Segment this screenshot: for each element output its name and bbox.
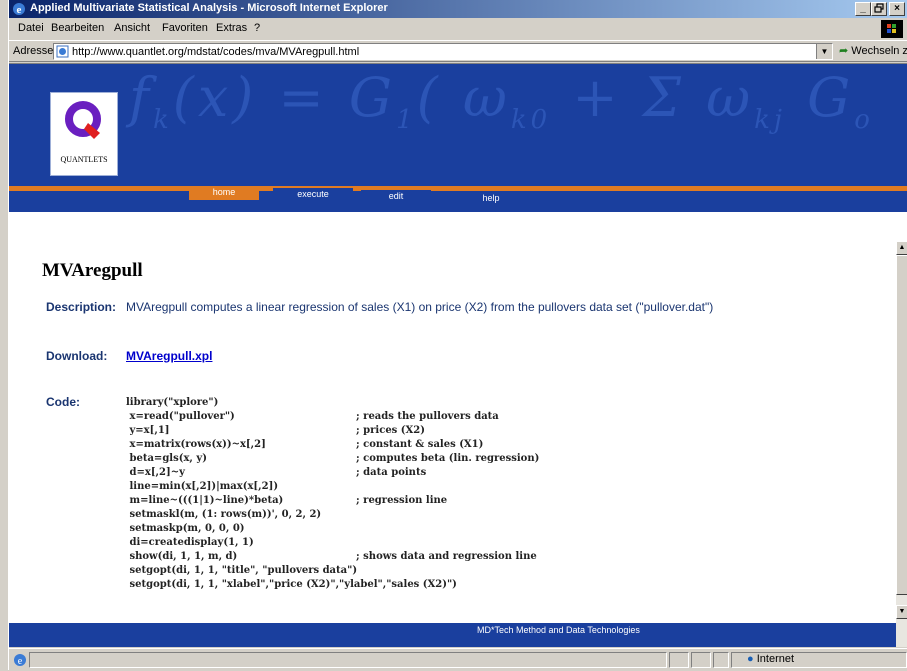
code-line: x=read("pullover"); reads the pullovers … <box>126 411 499 422</box>
windows-logo-icon <box>881 20 903 38</box>
address-label: Adresse <box>13 45 54 57</box>
code-label: Code: <box>46 395 80 409</box>
quantlets-logo[interactable]: QUANTLETS <box>50 92 118 176</box>
status-message-panel <box>29 652 667 668</box>
go-arrow-icon: ➦ <box>839 45 849 57</box>
security-zone: ● Internet <box>747 653 794 665</box>
banner-formula-graphic: fk(x) = G1( ωk0 + Σ ωkj Go <box>129 66 874 135</box>
nav-tab-edit[interactable]: edit <box>361 190 431 204</box>
code-line: m=line~(((1|1)~line)*beta); regression l… <box>126 495 448 506</box>
code-line: line=min(x[,2])|max(x[,2]) <box>126 481 279 492</box>
window-title: Applied Multivariate Statistical Analysi… <box>30 2 388 14</box>
address-input[interactable]: http://www.quantlet.org/mdstat/codes/mva… <box>53 43 833 60</box>
go-label: Wechseln zu <box>851 45 907 57</box>
code-line: library("xplore") <box>126 397 219 408</box>
page-footer <box>9 619 896 647</box>
description-label: Description: <box>46 300 117 314</box>
svg-text:e: e <box>17 4 22 16</box>
menu-bar: Datei Bearbeiten Ansicht Favoriten Extra… <box>9 18 907 38</box>
code-line: setgopt(di, 1, 1, "title", "pullovers da… <box>126 565 358 576</box>
menu-bearbeiten[interactable]: Bearbeiten <box>51 22 104 34</box>
menu-extras[interactable]: Extras <box>216 22 247 34</box>
maximize-button[interactable] <box>871 2 887 16</box>
globe-icon: ● <box>747 653 754 665</box>
chevron-down-icon[interactable]: ▼ <box>816 44 832 59</box>
code-line: show(di, 1, 1, m, d); shows data and reg… <box>126 551 537 562</box>
code-block: library("xplore") x=read("pullover"); re… <box>126 396 540 592</box>
download-link[interactable]: MVAregpull.xpl <box>126 349 212 363</box>
code-line: setmaskp(m, 0, 0, 0) <box>126 523 245 534</box>
status-bar: e ● Internet <box>9 648 907 671</box>
nav-tab-help[interactable]: help <box>441 192 541 206</box>
scroll-thumb[interactable] <box>896 255 907 595</box>
menu-favoriten[interactable]: Favoriten <box>162 22 208 34</box>
code-line: x=matrix(rows(x))~x[,2]; constant & sale… <box>126 439 484 450</box>
menu-ansicht[interactable]: Ansicht <box>114 22 150 34</box>
status-panel <box>713 652 729 668</box>
menu-help[interactable]: ? <box>254 22 260 34</box>
address-url: http://www.quantlet.org/mdstat/codes/mva… <box>72 46 360 58</box>
description-text: MVAregpull computes a linear regression … <box>126 300 714 314</box>
scroll-up-arrow-icon[interactable]: ▲ <box>896 241 907 255</box>
status-panel <box>691 652 711 668</box>
code-line: setmaskl(m, (1: rows(m))', 0, 2, 2) <box>126 509 322 520</box>
nav-tab-home[interactable]: home <box>189 186 259 200</box>
code-line: y=x[,1]; prices (X2) <box>126 425 425 436</box>
page-viewport: fk(x) = G1( ωk0 + Σ ωkj Go QUANTLETS hom… <box>9 63 907 647</box>
code-line: setgopt(di, 1, 1, "xlabel","price (X2)",… <box>126 579 457 590</box>
status-panel <box>669 652 689 668</box>
footer-divider <box>9 619 896 623</box>
footer-text: MD*Tech Method and Data Technologies <box>477 625 640 635</box>
nav-orange-rule <box>9 186 907 191</box>
page-icon <box>56 45 69 58</box>
internet-explorer-icon: e <box>13 3 25 16</box>
code-line: d=x[,2]~y; data points <box>126 467 427 478</box>
quantlets-q-icon <box>65 101 101 139</box>
title-bar: e Applied Multivariate Statistical Analy… <box>9 0 907 18</box>
zone-label: Internet <box>756 653 795 665</box>
minimize-button[interactable]: _ <box>855 2 871 16</box>
menu-datei[interactable]: Datei <box>18 22 44 34</box>
go-button[interactable]: ➦ Wechseln zu <box>839 44 907 57</box>
page-title: MVAregpull <box>42 260 143 281</box>
code-line: di=createdisplay(1, 1) <box>126 537 254 548</box>
page-status-icon: e <box>14 654 26 667</box>
vertical-scrollbar[interactable]: ▲ ▼ <box>896 241 907 647</box>
close-button[interactable]: × <box>889 2 905 16</box>
restore-icon <box>874 3 884 13</box>
logo-text: QUANTLETS <box>60 155 108 164</box>
svg-text:e: e <box>18 656 23 667</box>
download-label: Download: <box>46 349 108 363</box>
scroll-down-arrow-icon[interactable]: ▼ <box>896 605 907 619</box>
address-bar: Adresse http://www.quantlet.org/mdstat/c… <box>9 40 907 62</box>
nav-tab-execute[interactable]: execute <box>273 188 353 202</box>
browser-window: e Applied Multivariate Statistical Analy… <box>8 0 907 670</box>
code-line: beta=gls(x, y); computes beta (lin. regr… <box>126 453 540 464</box>
